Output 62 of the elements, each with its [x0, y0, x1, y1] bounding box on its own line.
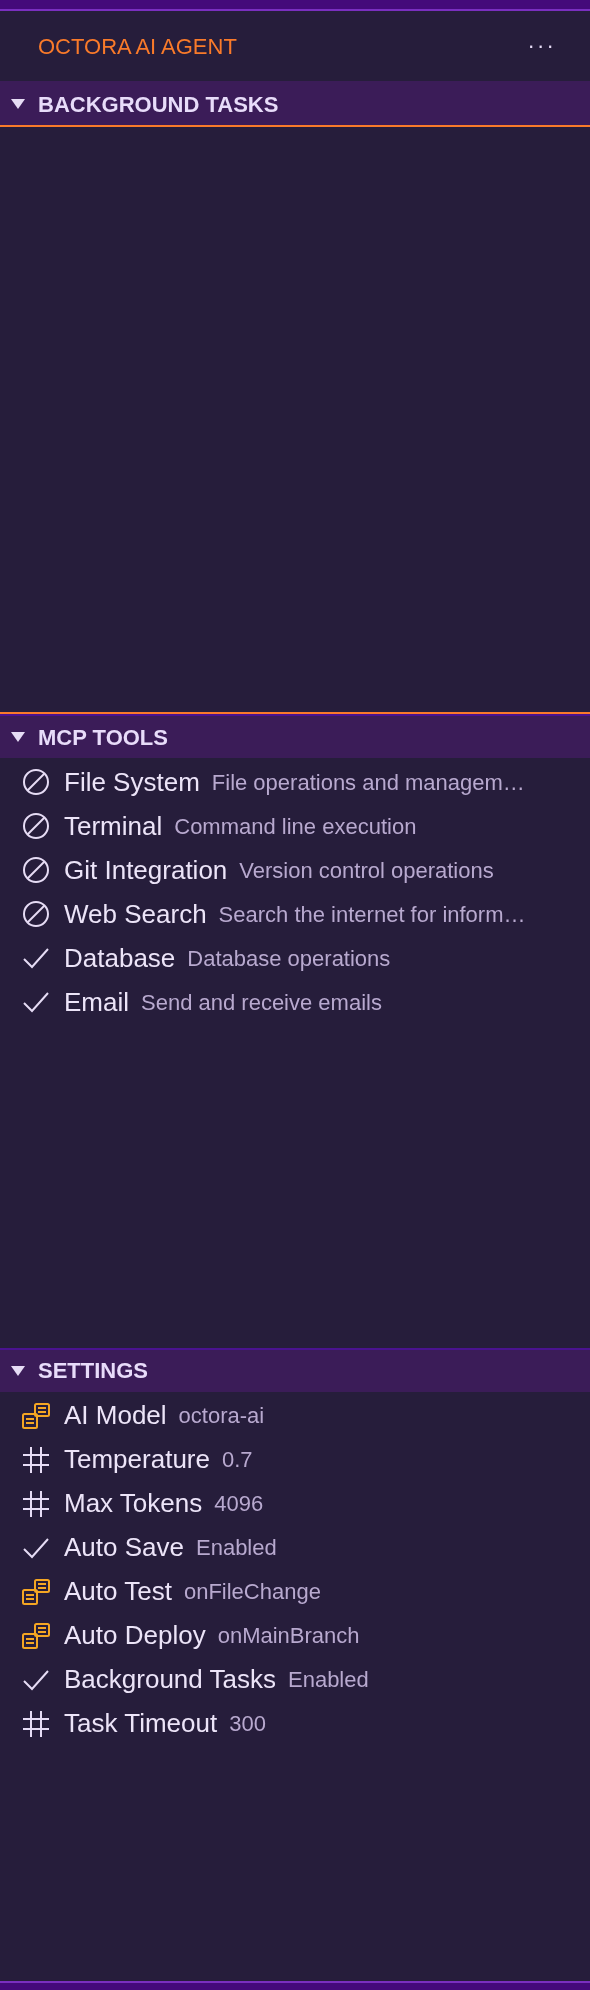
item-detail: onFileChange [183, 1578, 321, 1607]
section-header[interactable]: SETTINGS [0, 1347, 590, 1392]
item-label: AI Model [64, 1399, 167, 1433]
item-label: Temperature [64, 1443, 210, 1477]
item-detail: Enabled [196, 1534, 277, 1563]
list-item[interactable]: Auto Deploy onMainBranch [0, 1613, 590, 1658]
item-detail: 4096 [214, 1490, 264, 1519]
item-label: Terminal [64, 809, 163, 843]
item-label: Git Integration [64, 853, 228, 887]
section-header[interactable]: BACKGROUND TASKS [0, 81, 590, 125]
more-actions-button[interactable]: ··· [527, 35, 556, 57]
item-detail: 300 [229, 1710, 266, 1739]
item-detail: Command line execution [174, 812, 417, 841]
caret-down-icon [10, 1364, 26, 1377]
hash-icon [22, 1709, 50, 1738]
list-item[interactable]: Auto Save Enabled [0, 1525, 590, 1570]
item-label: Max Tokens [64, 1487, 203, 1521]
caret-down-icon [10, 731, 26, 744]
item-label: Task Timeout [64, 1707, 218, 1741]
list-item[interactable]: Temperature 0.7 [0, 1437, 590, 1482]
circle-slash-icon [22, 768, 50, 797]
item-label: Auto Test [64, 1575, 172, 1609]
item-detail: Send and receive emails [141, 988, 382, 1017]
item-detail: 0.7 [221, 1446, 253, 1475]
list-item[interactable]: Task Timeout 300 [0, 1701, 590, 1746]
panel-title: OCTORA AI AGENT [38, 32, 237, 61]
checkmark-icon [22, 946, 50, 971]
hash-icon [22, 1489, 50, 1518]
hash-icon [22, 1445, 50, 1474]
item-detail: File operations and managem… [211, 768, 525, 797]
item-detail: Enabled [288, 1666, 369, 1695]
list-item[interactable]: Git Integration Version control operations [0, 848, 590, 893]
list-item[interactable]: Background Tasks Enabled [0, 1657, 590, 1702]
enum-icon [22, 1402, 50, 1429]
circle-slash-icon [22, 900, 50, 929]
item-detail: Search the internet for inform… [218, 900, 526, 929]
item-label: Email [64, 985, 129, 1019]
list-item[interactable]: Max Tokens 4096 [0, 1481, 590, 1526]
item-detail: onMainBranch [217, 1622, 360, 1651]
item-label: File System [64, 765, 200, 799]
list-item[interactable]: Terminal Command line execution [0, 804, 590, 849]
list-item[interactable]: Web Search Search the internet for inform… [0, 892, 590, 937]
list-item[interactable]: File System File operations and managem… [0, 760, 590, 805]
circle-slash-icon [22, 812, 50, 841]
item-label: Auto Save [64, 1531, 184, 1565]
enum-icon [22, 1622, 50, 1649]
section-header[interactable]: MCP TOOLS [0, 714, 590, 759]
item-label: Database [64, 941, 176, 975]
list-item[interactable]: Database Database operations [0, 936, 590, 981]
item-label: Web Search [64, 897, 207, 931]
item-label: Background Tasks [64, 1663, 276, 1697]
circle-slash-icon [22, 856, 50, 885]
item-detail: Version control operations [239, 856, 494, 885]
item-detail: Database operations [187, 944, 391, 973]
list-item[interactable]: Email Send and receive emails [0, 980, 590, 1025]
list-item[interactable]: Auto Test onFileChange [0, 1569, 590, 1614]
caret-down-icon [10, 98, 26, 110]
list-item[interactable]: AI Model octora-ai [0, 1393, 590, 1438]
item-label: Auto Deploy [64, 1619, 206, 1653]
item-detail: octora-ai [178, 1402, 265, 1431]
checkmark-icon [22, 990, 50, 1015]
enum-icon [22, 1578, 50, 1605]
